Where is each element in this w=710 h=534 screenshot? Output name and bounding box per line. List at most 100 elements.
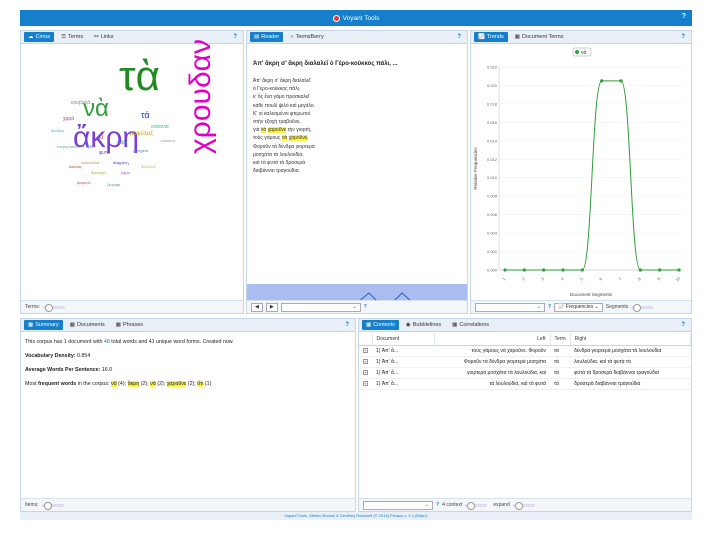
reader-word[interactable]: ἐξοχὴ: [265, 119, 277, 125]
app-footer[interactable]: Voyant Tools, Stéfan Sinclair & Geoffrey…: [20, 512, 692, 520]
tab-termsberry[interactable]: ○ TermsBerry: [286, 32, 327, 42]
tab-documents[interactable]: ▦ Documents: [66, 320, 109, 330]
reader-word[interactable]: τοὺς: [253, 135, 263, 141]
summary-help-button[interactable]: ?: [345, 322, 349, 328]
trends-help-button[interactable]: ?: [681, 34, 685, 40]
reader-word[interactable]: ψιλὸ: [279, 103, 289, 109]
cloud-word[interactable]: τὰ: [119, 55, 160, 97]
trends-input-help[interactable]: ?: [548, 304, 551, 310]
cloud-word[interactable]: χρουδαν: [184, 39, 217, 154]
trend-point[interactable]: [600, 79, 604, 83]
reader-word[interactable]: ἄκρη: [262, 78, 273, 84]
col-right[interactable]: Right: [570, 333, 691, 346]
cloud-word[interactable]: πτεργόσσεα: [57, 145, 79, 149]
reader-word[interactable]: φυτὰ: [267, 160, 278, 166]
reader-word[interactable]: διαβάνναι: [253, 168, 275, 174]
table-row[interactable]: +1) Ἀπ' ἄ... γιορτερὰ μοσχάτα τὰ λουλούδι…: [359, 367, 691, 379]
segments-slider[interactable]: [631, 303, 654, 312]
trend-point[interactable]: [503, 268, 507, 272]
trend-point[interactable]: [619, 79, 623, 83]
reader-word[interactable]: προσκαλεῖ: [286, 94, 309, 100]
reader-word[interactable]: χαροῦνε: [267, 127, 287, 134]
col-term[interactable]: Term: [550, 333, 571, 346]
reader-word[interactable]: γιορτή,: [296, 127, 311, 133]
reader-help-button[interactable]: ?: [457, 34, 461, 40]
tab-reader[interactable]: ▤ Reader: [250, 32, 284, 42]
prev-button[interactable]: ◀: [251, 302, 263, 312]
table-row[interactable]: +1) Ἀπ' ἄ... Φοροῦν τὰ δένδρα γιορτερὰ μο…: [359, 356, 691, 368]
items-slider[interactable]: [41, 501, 64, 510]
cloud-word[interactable]: δένδρα: [51, 129, 64, 133]
contexts-term-input[interactable]: ⌄: [363, 500, 433, 510]
reader-word[interactable]: τὰ: [261, 160, 266, 166]
reader-word[interactable]: δροσερὰ: [286, 160, 305, 166]
contexts-help-button[interactable]: ?: [681, 322, 685, 328]
reader-word[interactable]: τὴν: [288, 127, 295, 133]
tab-trends[interactable]: 📈 Trends: [474, 32, 508, 42]
cloud-word[interactable]: διαλαλεῖ: [141, 165, 155, 169]
cloud-word[interactable]: ζευγάρι: [107, 183, 120, 187]
reader-word[interactable]: καλεσμένοι: [264, 111, 289, 117]
reader-word[interactable]: κάθε: [253, 103, 263, 109]
terms-slider[interactable]: [43, 303, 65, 312]
context-slider[interactable]: [465, 501, 488, 510]
reader-word[interactable]: σ': [275, 78, 279, 84]
tab-document-terms[interactable]: ▦ Document Terms: [511, 32, 568, 42]
reader-word[interactable]: Ἀπ': [253, 78, 261, 84]
reader-word[interactable]: στὴν: [253, 119, 263, 125]
trend-point[interactable]: [580, 268, 584, 272]
cloud-word[interactable]: κουβαλᾶ: [71, 101, 90, 106]
reader-word[interactable]: τραγούδια.: [276, 168, 300, 174]
cloud-word[interactable]: κὶ: [99, 135, 103, 141]
next-button[interactable]: ▶: [265, 302, 278, 312]
table-row[interactable]: +1) Ἀπ' ἄ... τοὺς γάμους νὰ χαροῦνε. Φορο…: [359, 345, 691, 357]
trend-point[interactable]: [638, 268, 642, 272]
expand-slider[interactable]: [512, 501, 535, 510]
expand-icon[interactable]: +: [363, 380, 368, 386]
cloud-word[interactable]: κούκκος: [161, 139, 175, 143]
trend-point[interactable]: [542, 268, 546, 272]
tab-terms[interactable]: ☰ Terms: [57, 32, 87, 42]
cloud-word[interactable]: λουκούδια: [81, 161, 99, 165]
cloud-word[interactable]: μοσχάτα: [133, 149, 148, 153]
reader-word[interactable]: ἕνα: [264, 94, 272, 100]
tab-bubblelines[interactable]: ◉ Bubblelines: [402, 320, 445, 330]
frequent-word-link[interactable]: χαροῦνε: [166, 381, 187, 387]
cloud-word[interactable]: τά: [141, 111, 150, 120]
trend-point[interactable]: [677, 268, 681, 272]
cloud-word[interactable]: σαλονια: [151, 125, 169, 130]
col-document[interactable]: Document: [372, 333, 435, 346]
tab-cirrus[interactable]: ☁ Cirrus: [24, 32, 55, 42]
expand-icon[interactable]: +: [363, 369, 368, 375]
tab-phrases[interactable]: ▦ Phrases: [112, 320, 147, 330]
reader-word[interactable]: δένδρα: [278, 144, 294, 150]
reader-word[interactable]: φτερωτοὶ: [290, 111, 310, 117]
cloud-word[interactable]: χαρὰ: [63, 117, 74, 122]
reader-word[interactable]: μεγάλο.: [298, 103, 315, 109]
col-left[interactable]: Left: [434, 333, 551, 346]
trend-point[interactable]: [658, 268, 662, 272]
contexts-input-help[interactable]: ?: [436, 502, 439, 508]
reader-search-input[interactable]: ⌄: [280, 302, 361, 312]
trend-point[interactable]: [522, 268, 526, 272]
tab-correlations[interactable]: ▦ Correlations: [448, 320, 493, 330]
table-row[interactable]: +1) Ἀπ' ἄ... τὰ λουλούδια, καὶ τὰ φυτὰ τὰ δ…: [359, 378, 691, 390]
reader-word[interactable]: πουλὶ: [265, 103, 278, 109]
cloud-word[interactable]: φορούν: [77, 181, 91, 185]
reader-word[interactable]: χαροῦνε.: [288, 135, 309, 142]
cloud-word[interactable]: γιοφύλαξ: [129, 131, 153, 137]
trend-point[interactable]: [561, 268, 565, 272]
reader-search-help[interactable]: ?: [364, 304, 367, 310]
reader-word[interactable]: γάμο: [273, 94, 284, 100]
reader-word[interactable]: τραβοῦνε,: [279, 119, 301, 125]
tab-contexts[interactable]: ▦ Contexts: [362, 320, 399, 330]
reader-word[interactable]: Γέρο-κούκκος: [257, 86, 287, 92]
cloud-word[interactable]: θλιμμένη: [113, 161, 129, 165]
tab-summary[interactable]: ▦ Summary: [24, 320, 63, 330]
cloud-word[interactable]: πάλι: [117, 141, 127, 146]
expand-icon[interactable]: +: [363, 358, 368, 364]
reader-word[interactable]: διαλαλεῖ: [292, 78, 310, 84]
cloud-word[interactable]: δροσερὸ: [91, 171, 106, 175]
reader-word[interactable]: πάλι,: [289, 86, 300, 92]
cloud-word[interactable]: φυτά: [99, 151, 110, 156]
